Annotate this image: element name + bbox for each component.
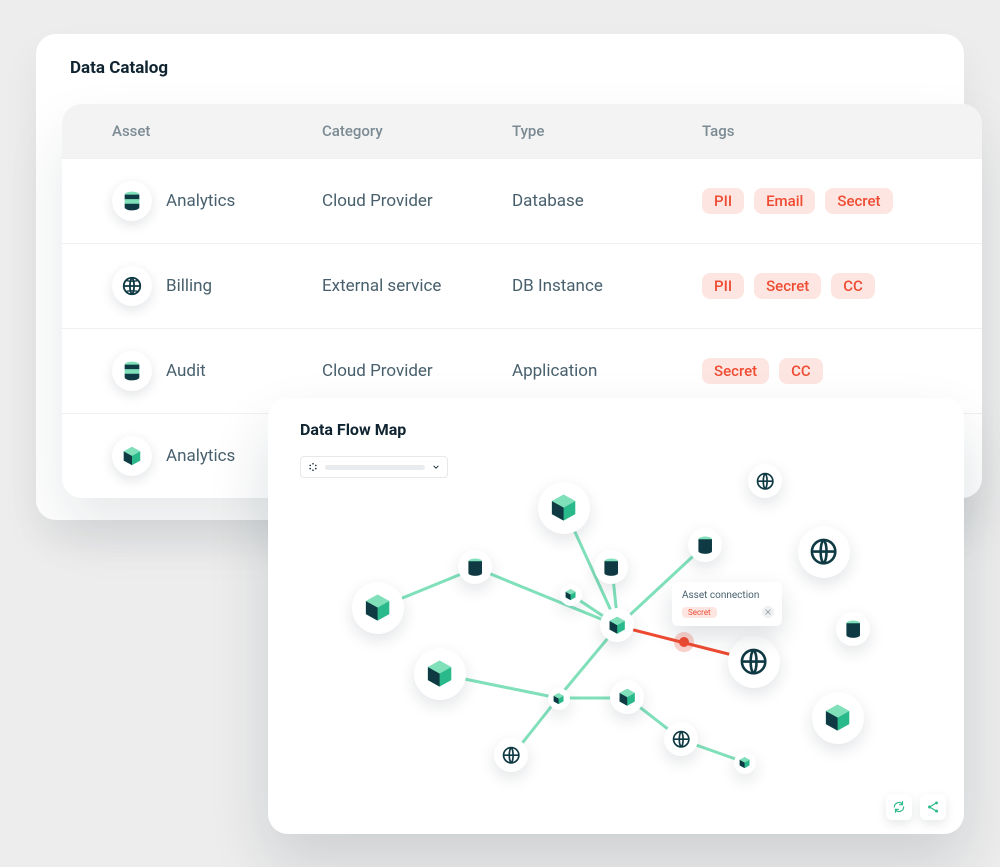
flow-node[interactable] bbox=[688, 528, 722, 562]
column-header-asset[interactable]: Asset bbox=[112, 122, 322, 140]
popover-tag[interactable]: Secret bbox=[682, 607, 717, 618]
flow-node[interactable] bbox=[414, 648, 466, 700]
asset-tags: PII Secret CC bbox=[702, 273, 982, 299]
asset-name: Audit bbox=[166, 361, 206, 381]
database-icon bbox=[695, 535, 715, 555]
share-button[interactable] bbox=[920, 794, 946, 820]
refresh-icon bbox=[892, 800, 906, 814]
data-flow-map-card: Data Flow Map bbox=[268, 398, 964, 834]
globe-icon bbox=[121, 275, 143, 297]
asset-name: Analytics bbox=[166, 446, 235, 466]
cube-icon bbox=[362, 592, 393, 623]
refresh-button[interactable] bbox=[886, 794, 912, 820]
globe-icon bbox=[671, 729, 691, 749]
share-icon bbox=[926, 800, 940, 814]
asset-icon-badge bbox=[112, 181, 152, 221]
database-icon bbox=[465, 557, 485, 577]
asset-name: Billing bbox=[166, 276, 212, 296]
flow-node[interactable] bbox=[664, 722, 698, 756]
flow-node[interactable] bbox=[798, 526, 850, 578]
globe-icon bbox=[755, 471, 775, 491]
column-header-type[interactable]: Type bbox=[512, 122, 702, 140]
asset-tags: Secret CC bbox=[702, 358, 982, 384]
asset-tags: PII Email Secret bbox=[702, 188, 982, 214]
flow-node[interactable] bbox=[538, 482, 590, 534]
flow-node[interactable] bbox=[594, 550, 628, 584]
table-header-row: Asset Category Type Tags bbox=[62, 104, 982, 158]
asset-icon-badge bbox=[112, 351, 152, 391]
tag-chip[interactable]: PII bbox=[702, 273, 744, 299]
popover-close-button[interactable] bbox=[762, 606, 774, 618]
tag-chip[interactable]: Secret bbox=[702, 358, 769, 384]
flow-actions bbox=[886, 794, 946, 820]
table-row[interactable]: Billing External service DB Instance PII… bbox=[62, 243, 982, 328]
cube-icon bbox=[607, 615, 627, 635]
flow-node[interactable] bbox=[748, 464, 782, 498]
globe-icon bbox=[738, 646, 769, 677]
cube-icon bbox=[617, 687, 637, 707]
tag-chip[interactable]: Email bbox=[754, 188, 815, 214]
tag-chip[interactable]: CC bbox=[779, 358, 823, 384]
flow-node[interactable] bbox=[836, 612, 870, 646]
close-icon bbox=[765, 609, 771, 615]
flow-node[interactable] bbox=[560, 584, 582, 606]
flow-node[interactable] bbox=[812, 692, 864, 744]
cube-icon bbox=[738, 756, 751, 769]
tag-chip[interactable]: PII bbox=[702, 188, 744, 214]
flow-node[interactable] bbox=[610, 680, 644, 714]
tag-chip[interactable]: Secret bbox=[754, 273, 821, 299]
cube-icon bbox=[564, 588, 577, 601]
asset-type: Application bbox=[512, 361, 702, 381]
cube-icon bbox=[548, 492, 579, 523]
asset-type: DB Instance bbox=[512, 276, 702, 296]
flow-canvas[interactable]: Asset connection Secret bbox=[268, 398, 964, 834]
asset-icon-badge bbox=[112, 436, 152, 476]
popover-title: Asset connection bbox=[682, 590, 772, 601]
flow-node[interactable] bbox=[734, 752, 756, 774]
tag-chip[interactable]: Secret bbox=[825, 188, 892, 214]
asset-category: Cloud Provider bbox=[322, 361, 512, 381]
asset-category: Cloud Provider bbox=[322, 191, 512, 211]
globe-icon bbox=[501, 745, 521, 765]
database-icon bbox=[121, 360, 143, 382]
column-header-category[interactable]: Category bbox=[322, 122, 512, 140]
asset-type: Database bbox=[512, 191, 702, 211]
flow-node[interactable] bbox=[600, 608, 634, 642]
column-header-tags[interactable]: Tags bbox=[702, 122, 982, 140]
flow-node[interactable] bbox=[728, 636, 780, 688]
flow-node[interactable] bbox=[352, 582, 404, 634]
cube-icon bbox=[121, 445, 143, 467]
cube-icon bbox=[552, 692, 565, 705]
table-row[interactable]: Analytics Cloud Provider Database PII Em… bbox=[62, 158, 982, 243]
database-icon bbox=[843, 619, 863, 639]
asset-category: External service bbox=[322, 276, 512, 296]
edge-popover: Asset connection Secret bbox=[672, 582, 782, 626]
cube-icon bbox=[822, 702, 853, 733]
flow-node[interactable] bbox=[458, 550, 492, 584]
database-icon bbox=[121, 190, 143, 212]
flow-node[interactable] bbox=[494, 738, 528, 772]
asset-icon-badge bbox=[112, 266, 152, 306]
cube-icon bbox=[424, 658, 455, 689]
database-icon bbox=[601, 557, 621, 577]
asset-name: Analytics bbox=[166, 191, 235, 211]
flow-node[interactable] bbox=[548, 688, 570, 710]
tag-chip[interactable]: CC bbox=[831, 273, 875, 299]
globe-icon bbox=[808, 536, 839, 567]
catalog-title: Data Catalog bbox=[36, 34, 964, 100]
